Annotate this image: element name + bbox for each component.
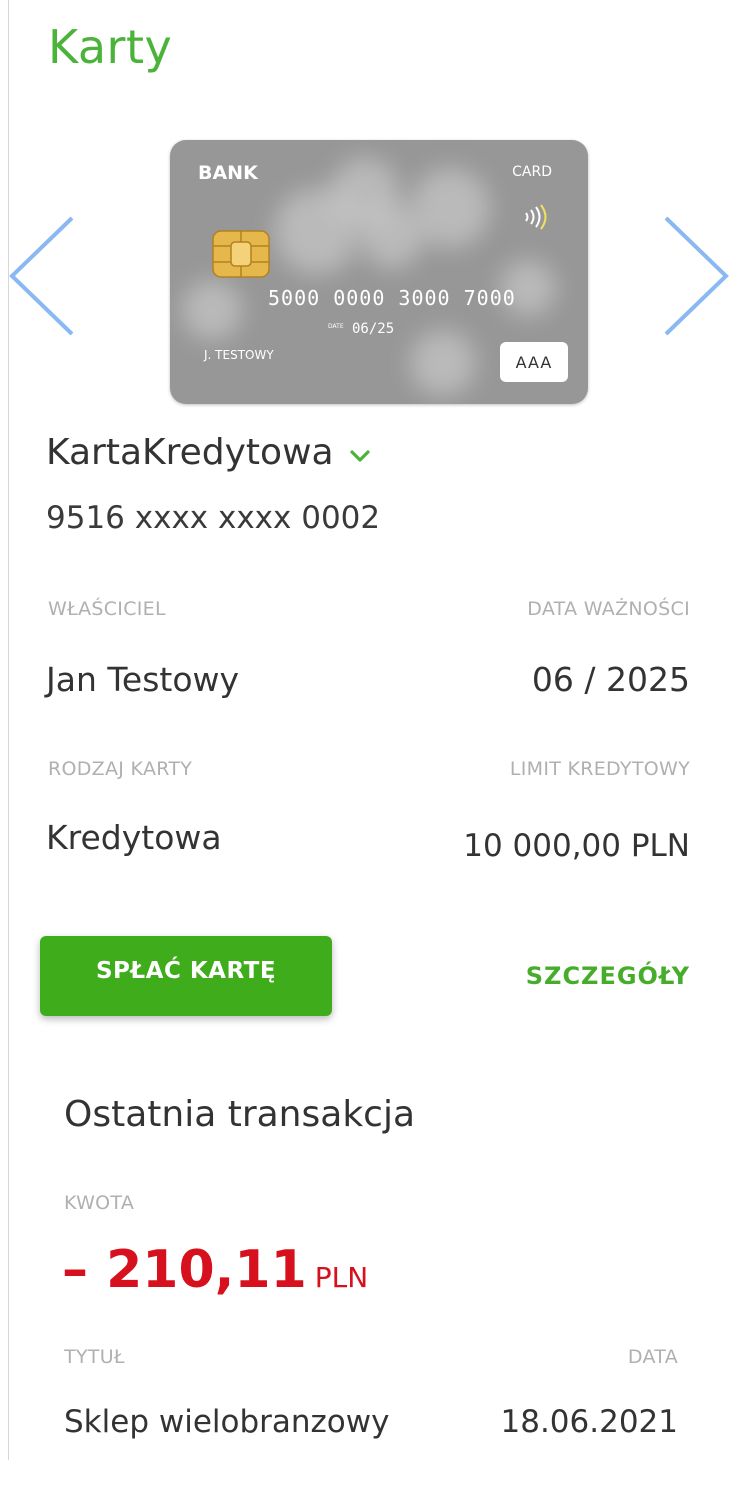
section-title: Karty	[48, 20, 173, 74]
pay-card-button[interactable]: SPŁAĆ KARTĘ	[40, 936, 332, 1016]
transaction-title-value: Sklep wielobranzowy	[64, 1404, 390, 1440]
card-brand-badge: AAA	[500, 342, 568, 382]
chevron-left-icon	[9, 216, 74, 336]
transaction-amount-value: – 210,11	[62, 1240, 307, 1300]
card-bank-label: BANK	[198, 162, 258, 184]
transaction-date-label: DATA	[627, 1346, 678, 1368]
card-type-value: Kredytowa	[46, 818, 222, 857]
owner-value: Jan Testowy	[46, 660, 240, 699]
credit-limit-label: LIMIT KREDYTOWY	[509, 758, 690, 780]
card-brand-label: CARD	[512, 164, 552, 180]
chevron-right-icon	[664, 216, 729, 336]
card-pattern	[410, 330, 476, 396]
card-pattern	[360, 204, 424, 268]
amount-label: KWOTA	[64, 1192, 135, 1214]
card-embossed-number: 5000 0000 3000 7000	[268, 286, 516, 310]
transaction-amount: – 210,11 PLN	[62, 1240, 368, 1300]
chevron-down-icon	[349, 449, 370, 462]
card-name: KartaKredytowa	[46, 432, 334, 473]
card-valid-label: DATE	[328, 323, 344, 330]
contactless-icon	[525, 204, 547, 230]
transaction-title-label: TYTUŁ	[64, 1346, 125, 1368]
transaction-date-value: 18.06.2021	[500, 1404, 679, 1440]
card-selector-dropdown[interactable]: KartaKredytowa	[46, 432, 370, 473]
carousel-prev-button[interactable]	[6, 212, 78, 340]
chip-icon	[212, 230, 270, 278]
card-type-label: RODZAJ KARTY	[48, 758, 193, 780]
details-link[interactable]: SZCZEGÓŁY	[526, 962, 690, 990]
card-image[interactable]: BANK CARD 5000 0000 3000 7000 DATE 06/25…	[170, 140, 588, 404]
transaction-currency: PLN	[314, 1261, 369, 1294]
card-embossed-holder: J. TESTOWY	[204, 348, 274, 362]
owner-label: WŁAŚCICIEL	[48, 598, 166, 620]
credit-limit-value: 10 000,00 PLN	[463, 828, 690, 864]
card-embossed-expiry: 06/25	[352, 321, 395, 337]
card-number-masked: 9516 xxxx xxxx 0002	[46, 500, 381, 536]
expiry-value: 06 / 2025	[531, 660, 690, 699]
carousel-next-button[interactable]	[660, 212, 732, 340]
card-pattern	[182, 280, 242, 340]
last-transaction-title: Ostatnia transakcja	[64, 1094, 416, 1135]
expiry-label: DATA WAŻNOŚCI	[527, 598, 690, 620]
